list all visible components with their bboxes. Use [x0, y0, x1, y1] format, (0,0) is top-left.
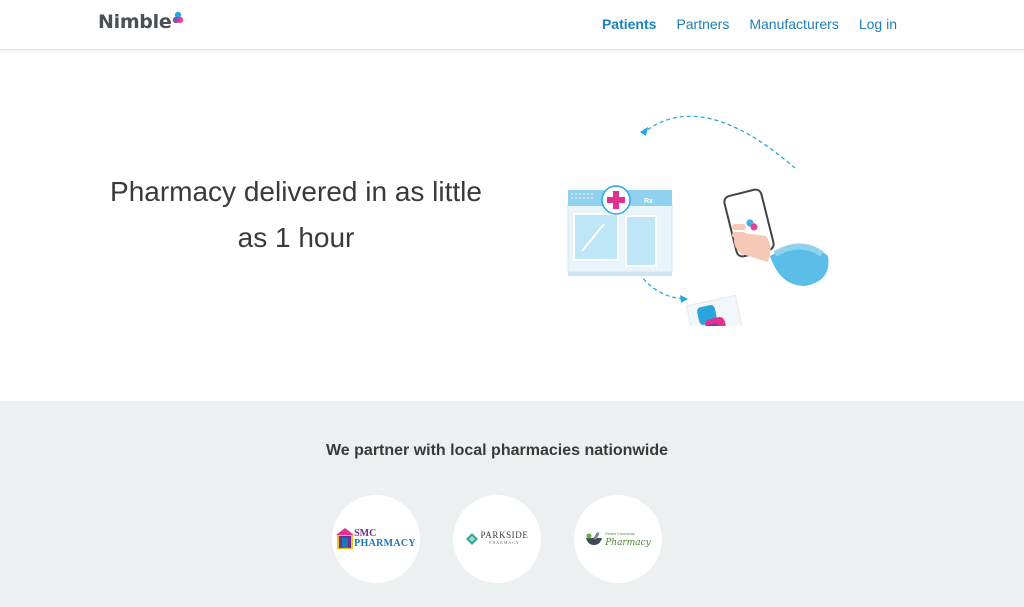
hand-phone-icon [723, 188, 829, 286]
smc-line2: PHARMACY [354, 538, 416, 549]
nimble-logo[interactable]: Nimble [98, 11, 184, 33]
medicine-bag-icon [685, 294, 749, 326]
partners-title: We partner with local pharmacies nationw… [325, 442, 668, 459]
partner-logo-parkside-pharmacy[interactable]: PARKSIDE PHARMACY [453, 495, 541, 583]
hero-section: Pharmacy delivered in as little as 1 hou… [0, 51, 1024, 401]
mortar-pestle-icon [586, 532, 603, 545]
main-nav: Patients Partners Manufacturers Log in [602, 16, 897, 32]
partner-logo-renew-pharmacy[interactable]: Renew Community Pharmacy [574, 495, 662, 583]
partner-logo-smc-pharmacy[interactable]: SMC PHARMACY [332, 495, 420, 583]
smc-house-icon [336, 528, 355, 549]
nav-login[interactable]: Log in [859, 16, 897, 32]
parkside-diamond-icon [465, 533, 478, 545]
nav-manufacturers[interactable]: Manufacturers [749, 16, 838, 32]
hero-title: Pharmacy delivered in as little as 1 hou… [110, 176, 482, 253]
nav-patients[interactable]: Patients [602, 16, 656, 32]
delivery-illustration: Rx [567, 115, 829, 326]
top-navbar: Nimble Patients Partners Manufacturers L… [0, 0, 1024, 50]
logo-wordmark: Nimble [98, 11, 172, 33]
svg-text:Rx: Rx [644, 198, 653, 205]
partners-section: We partner with local pharmacies nationw… [0, 401, 1024, 607]
logo-mark-icon [173, 11, 184, 24]
nav-partners[interactable]: Partners [676, 16, 729, 32]
pharmacy-store-icon: Rx [567, 185, 673, 276]
renew-line2: Pharmacy [605, 538, 651, 548]
parkside-line1: PARKSIDE [480, 530, 529, 540]
parkside-line2: PHARMACY [489, 540, 520, 545]
